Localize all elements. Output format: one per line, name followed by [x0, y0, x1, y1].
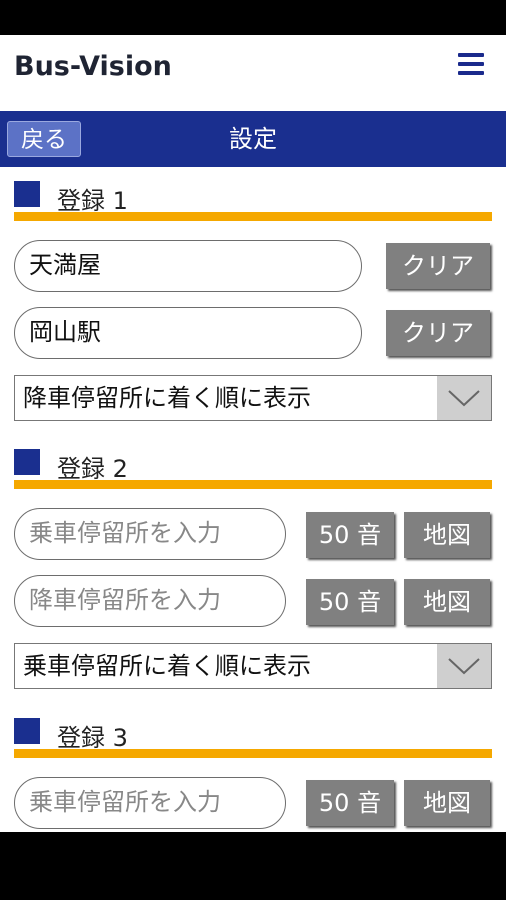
- section-square-icon: [14, 718, 40, 744]
- boarding-stop-field-1[interactable]: 天満屋: [14, 240, 362, 292]
- section-label: 登録 2: [57, 455, 128, 483]
- section-divider: [14, 212, 492, 221]
- app-screen: Bus-Vision 設定 戻る 登録 1 天満屋 クリア 岡山駅 クリア 降車…: [0, 35, 506, 832]
- section-square-icon: [14, 181, 40, 207]
- boarding-stop-input-2[interactable]: 乗車停留所を入力: [14, 508, 286, 560]
- section-divider: [14, 749, 492, 758]
- kana-search-button-alighting-2[interactable]: 50 音: [306, 579, 394, 625]
- sort-order-value: 降車停留所に着く順に表示: [23, 384, 311, 412]
- kana-search-button-boarding-3[interactable]: 50 音: [306, 780, 394, 826]
- section-heading-3: 登録 3: [14, 718, 492, 758]
- back-button[interactable]: 戻る: [7, 121, 81, 157]
- title-bar: 設定 戻る: [0, 111, 506, 167]
- section-label: 登録 1: [57, 187, 128, 215]
- app-header: Bus-Vision: [0, 35, 506, 111]
- map-button-alighting-2[interactable]: 地図: [404, 579, 490, 625]
- section-heading-1: 登録 1: [14, 181, 492, 221]
- alighting-stop-input-2[interactable]: 降車停留所を入力: [14, 575, 286, 627]
- app-logo: Bus-Vision: [14, 51, 172, 82]
- section-heading-2: 登録 2: [14, 449, 492, 489]
- alighting-stop-field-1[interactable]: 岡山駅: [14, 307, 362, 359]
- kana-search-button-boarding-2[interactable]: 50 音: [306, 512, 394, 558]
- sort-order-value: 乗車停留所に着く順に表示: [23, 652, 311, 680]
- hamburger-menu-icon[interactable]: [458, 53, 484, 75]
- clear-alighting-button-1[interactable]: クリア: [386, 310, 490, 356]
- chevron-down-icon: [437, 644, 491, 688]
- sort-order-select-2[interactable]: 乗車停留所に着く順に表示: [14, 643, 492, 689]
- map-button-boarding-2[interactable]: 地図: [404, 512, 490, 558]
- chevron-down-icon: [437, 376, 491, 420]
- map-button-boarding-3[interactable]: 地図: [404, 780, 490, 826]
- clear-boarding-button-1[interactable]: クリア: [386, 243, 490, 289]
- sort-order-select-1[interactable]: 降車停留所に着く順に表示: [14, 375, 492, 421]
- section-divider: [14, 480, 492, 489]
- section-square-icon: [14, 449, 40, 475]
- boarding-stop-input-3[interactable]: 乗車停留所を入力: [14, 777, 286, 829]
- section-label: 登録 3: [57, 724, 128, 752]
